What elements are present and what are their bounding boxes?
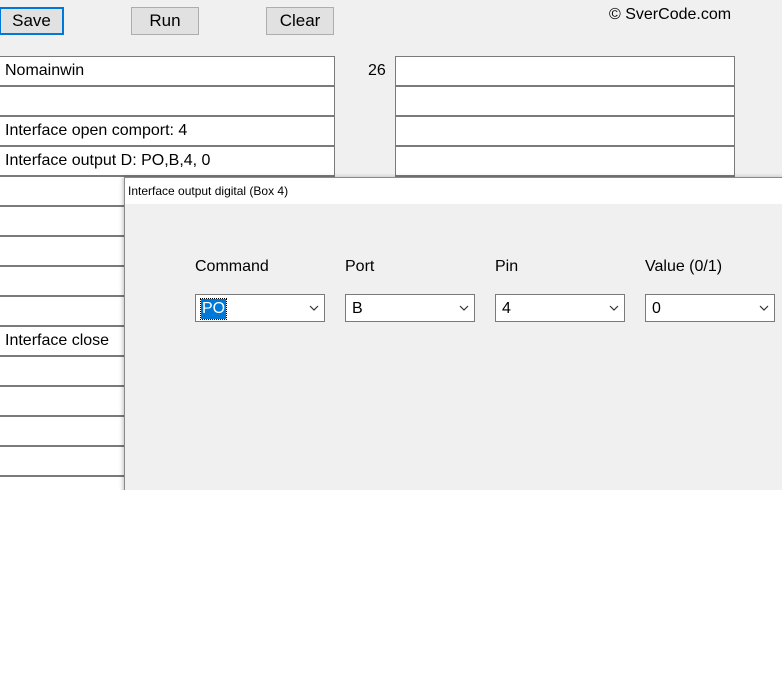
line-counter: 26 [368,62,386,79]
code-line-field[interactable]: Interface open comport: 4 [0,116,335,146]
right-line-field[interactable] [395,146,735,176]
chevron-down-icon [609,305,619,311]
command-select[interactable]: PO [195,294,325,322]
code-line-field[interactable] [0,86,335,116]
right-line-field[interactable] [395,86,735,116]
command-label: Command [195,258,269,275]
clear-button[interactable]: Clear [266,7,334,35]
output-digital-dialog: Interface output digital (Box 4) Command… [124,177,782,490]
right-line-field[interactable] [395,56,735,86]
run-button[interactable]: Run [131,7,199,35]
code-line-field[interactable]: Interface output D: PO,B,4, 0 [0,146,335,176]
pin-select-value: 4 [502,300,511,317]
code-line-field[interactable]: Nomainwin [0,56,335,86]
main-window: Save Run Clear © SverCode.com Nomainwin … [0,0,782,490]
chevron-down-icon [309,305,319,311]
port-select[interactable]: B [345,294,475,322]
copyright-label: © SverCode.com [609,6,732,23]
command-select-value: PO [199,298,228,320]
pin-select[interactable]: 4 [495,294,625,322]
value-label: Value (0/1) [645,258,723,275]
port-select-value: B [352,300,363,317]
value-select[interactable]: 0 [645,294,775,322]
chevron-down-icon [459,305,469,311]
right-line-field[interactable] [395,116,735,146]
port-label: Port [345,258,375,275]
pin-label: Pin [495,258,519,275]
value-select-value: 0 [652,300,661,317]
dialog-title: Interface output digital (Box 4) [125,178,782,204]
chevron-down-icon [759,305,769,311]
save-button[interactable]: Save [0,7,64,35]
